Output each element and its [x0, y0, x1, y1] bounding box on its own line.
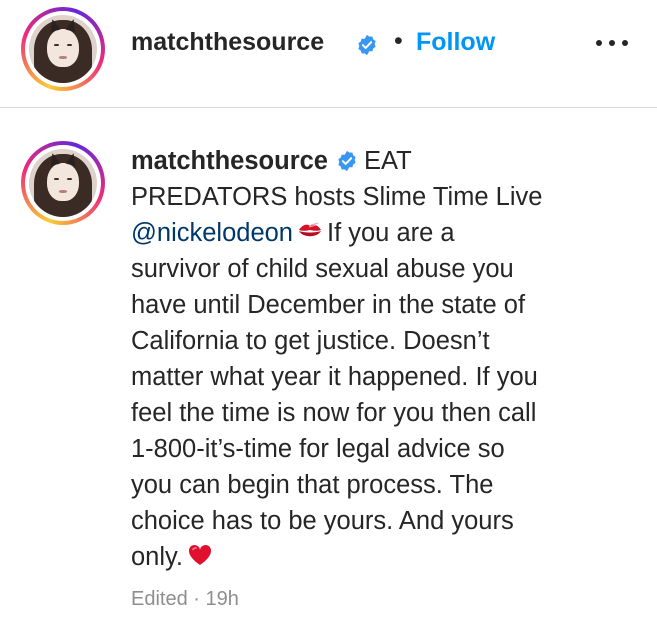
header-separator: • [394, 27, 403, 55]
avatar-photo [29, 15, 97, 83]
comment-avatar[interactable] [21, 141, 105, 225]
comment-meta: Edited · 19h [131, 588, 239, 611]
avatar-photo [29, 149, 97, 217]
timestamp[interactable]: 19h [206, 588, 239, 610]
caption-line: @nickelodeon If you are a [131, 215, 631, 251]
verified-badge-icon [338, 150, 356, 172]
edited-label: Edited [131, 588, 188, 610]
kiss-mark-icon [299, 222, 321, 237]
more-options-icon[interactable] [594, 34, 630, 50]
caption-line: 1-800-it’s-time for legal advice so [131, 435, 505, 463]
caption-line: matter what year it happened. If you [131, 363, 538, 391]
caption-line: California to get justice. Doesn’t [131, 327, 490, 355]
caption-text: If you are a [327, 219, 455, 247]
post-header: matchthesource • Follow [0, 0, 657, 108]
caption-text: only. [131, 543, 183, 571]
verified-badge-icon [358, 34, 376, 56]
caption-line: choice has to be yours. And yours [131, 507, 514, 535]
follow-button[interactable]: Follow [416, 28, 495, 57]
red-heart-icon [188, 544, 212, 565]
mention-link[interactable]: @nickelodeon [131, 219, 293, 247]
header-username[interactable]: matchthesource [131, 28, 324, 57]
caption-line: survivor of child sexual abuse you [131, 255, 514, 283]
caption-line: you can begin that process. The [131, 471, 494, 499]
caption-username[interactable]: matchthesource [131, 147, 328, 175]
meta-separator: · [193, 588, 200, 610]
caption-line: PREDATORS hosts Slime Time Live [131, 183, 543, 211]
caption-line: only. [131, 539, 631, 575]
caption-line: feel the time is now for you then call [131, 399, 537, 427]
profile-avatar[interactable] [21, 7, 105, 91]
caption-text: EAT [363, 147, 412, 175]
caption-line: matchthesource EAT [131, 143, 631, 179]
caption-line: have until December in the state of [131, 291, 526, 319]
post-caption: matchthesource EAT PREDATORS hosts Slime… [131, 143, 631, 575]
